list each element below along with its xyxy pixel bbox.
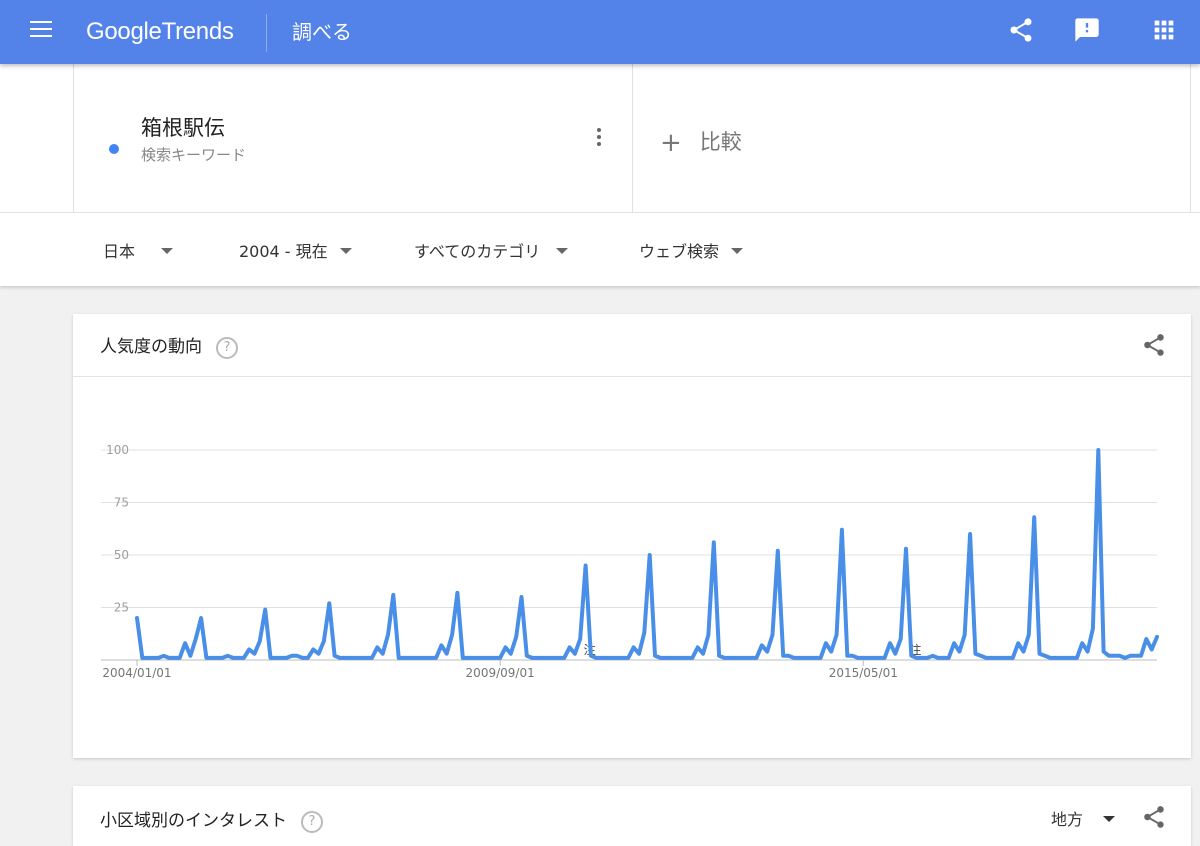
top-app-bar: GoogleTrends 調べる [0,0,1200,64]
apps-icon[interactable] [1150,16,1178,44]
y-tick-label: 75 [114,496,129,510]
x-tick-label: 2004/01/01 [102,666,171,680]
filter-row: 日本 2004 - 現在 すべてのカテゴリ ウェブ検索 [0,212,1200,286]
filter-region[interactable]: 日本 [103,238,174,262]
filter-search-type[interactable]: ウェブ検索 [639,238,744,262]
keyword-type: 検索キーワード [141,146,247,164]
dropdown-arrow-icon [1103,816,1116,822]
add-comparison-button[interactable]: + 比較 [660,126,742,158]
filter-time-range[interactable]: 2004 - 現在 [239,238,352,262]
add-comparison-label: 比較 [699,130,742,154]
trend-line-chart[interactable]: 2550751002004/01/01 2009/09/01 2015/05/01注… [73,376,1191,758]
help-icon[interactable]: ? [216,337,238,359]
filter-search-type-label: ウェブ検索 [639,242,720,261]
help-icon[interactable]: ? [301,811,323,833]
x-tick-label: 2015/05/01 [829,666,898,680]
filter-region-label: 日本 [103,242,136,261]
keyword-term[interactable]: 箱根駅伝 [141,112,225,142]
more-options-icon[interactable] [596,128,602,150]
share-icon[interactable] [1141,804,1167,830]
y-tick-label: 50 [114,548,129,562]
interest-by-subregion-card: 小区域別のインタレスト? 地方 [73,786,1191,846]
menu-icon[interactable] [30,21,52,39]
keyword-color-dot [109,144,119,154]
feedback-icon[interactable] [1073,16,1101,44]
dropdown-arrow-icon [161,248,174,254]
google-trends-logo[interactable]: GoogleTrends [86,16,234,48]
keyword-card[interactable]: 箱根駅伝 検索キーワード [73,64,633,212]
filter-time-label: 2004 - 現在 [239,242,328,261]
header-divider [266,14,267,52]
dropdown-arrow-icon [556,248,569,254]
plus-icon: + [660,128,682,158]
card-header: 人気度の動向? [73,314,1191,377]
share-icon[interactable] [1007,16,1035,44]
logo-google: Google [86,18,162,45]
keyword-row: 箱根駅伝 検索キーワード + 比較 [0,64,1200,212]
x-tick-label: 2009/09/01 [466,666,535,680]
filter-category-label: すべてのカテゴリ [414,242,541,261]
card-title-text: 人気度の動向 [100,337,202,357]
resolution-label: 地方 [1051,810,1084,829]
card-title: 人気度の動向? [100,332,238,359]
y-tick-label: 100 [106,443,129,457]
dropdown-arrow-icon [731,248,744,254]
dropdown-arrow-icon [339,248,352,254]
filter-category[interactable]: すべてのカテゴリ [414,238,569,262]
resolution-dropdown[interactable]: 地方 [1051,806,1116,830]
card2-title-text: 小区域別のインタレスト [100,811,287,831]
y-tick-label: 25 [114,601,129,615]
card-title: 小区域別のインタレスト? [100,806,323,833]
interest-over-time-card: 人気度の動向? 25 50 75 100 2004/01/01 2009/09/01 201… [73,314,1191,758]
page-title-explore: 調べる [292,20,352,44]
logo-trends: Trends [161,18,234,45]
keyword-row-edge [1190,64,1191,212]
share-icon[interactable] [1141,332,1167,358]
series-line [135,448,1159,660]
